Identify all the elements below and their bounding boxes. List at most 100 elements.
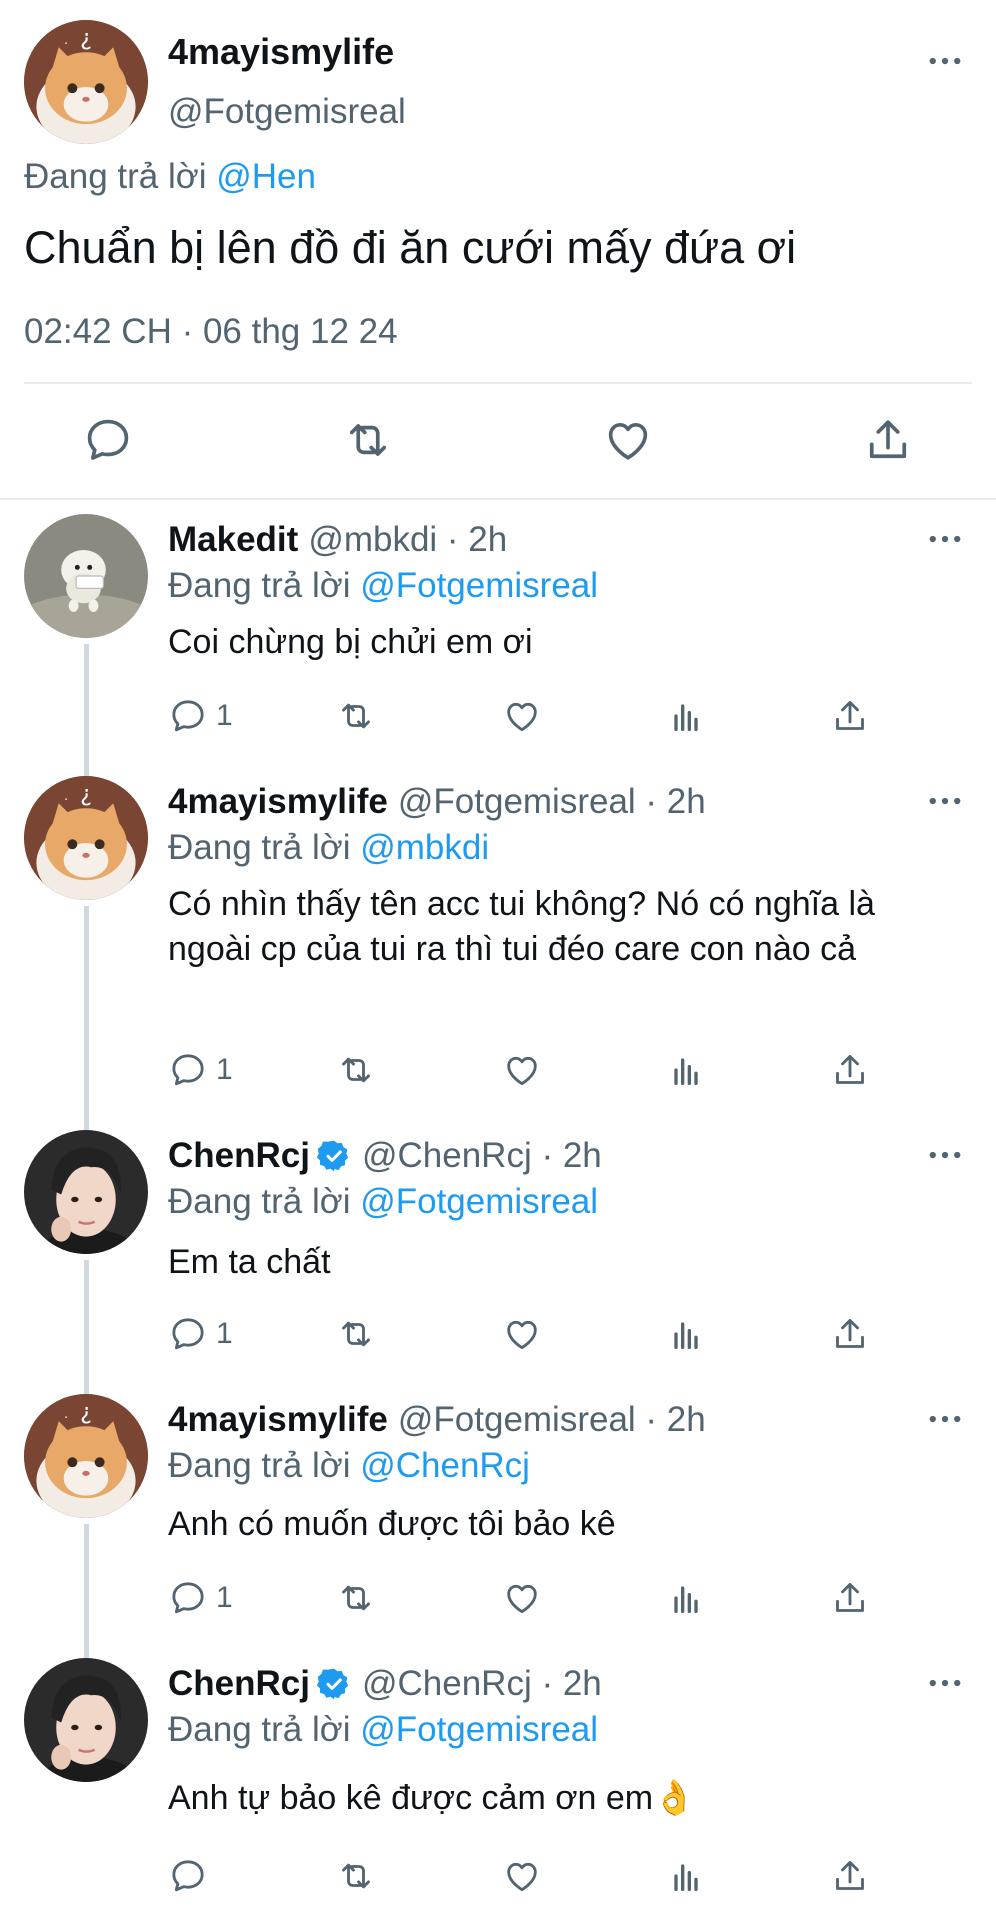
like-icon[interactable] xyxy=(502,694,542,738)
replying-to-label: Đang trả lời xyxy=(24,157,217,196)
like-icon[interactable] xyxy=(502,1048,542,1092)
replying-to: Đang trả lời @Hen xyxy=(24,154,316,200)
reply-tweet[interactable]: ChenRcj @ChenRcj · 2h Đang trả lời @Fotg… xyxy=(0,1130,996,1394)
reply-tweet[interactable]: 4mayismylife @Fotgemisreal · 2h Đang trả… xyxy=(0,776,996,1130)
views-icon[interactable] xyxy=(666,694,706,738)
replying-to: Đang trả lời @mbkdi xyxy=(168,826,489,870)
more-icon[interactable] xyxy=(924,1134,966,1176)
reply-icon xyxy=(168,1856,208,1896)
replying-to-link[interactable]: @Fotgemisreal xyxy=(360,1710,598,1749)
avatar[interactable] xyxy=(24,776,148,900)
replying-to: Đang trả lời @Fotgemisreal xyxy=(168,1708,598,1752)
reply-header: 4mayismylife @Fotgemisreal · 2h xyxy=(168,780,706,824)
handle-time: @ChenRcj · 2h xyxy=(361,1136,602,1175)
replying-to-label: Đang trả lời xyxy=(168,828,361,867)
retweet-icon[interactable] xyxy=(336,694,376,738)
reply-header: 4mayismylife @Fotgemisreal · 2h xyxy=(168,1398,706,1442)
avatar[interactable] xyxy=(24,1130,148,1254)
share-icon[interactable] xyxy=(862,414,914,466)
reply-icon xyxy=(168,1578,208,1618)
reply-count: 1 xyxy=(216,1053,233,1086)
like-icon[interactable] xyxy=(602,414,654,466)
like-icon[interactable] xyxy=(502,1854,542,1898)
reply-icon xyxy=(168,696,208,736)
person-avatar-image xyxy=(24,1658,148,1782)
share-icon[interactable] xyxy=(830,694,870,738)
replying-to-label: Đang trả lời xyxy=(168,1710,361,1749)
more-icon[interactable] xyxy=(924,780,966,822)
section-divider xyxy=(0,498,996,500)
reply-text: Anh có muốn được tôi bảo kê xyxy=(168,1505,616,1543)
reply-header: ChenRcj @ChenRcj · 2h xyxy=(168,1134,602,1178)
reply-header: ChenRcj @ChenRcj · 2h xyxy=(168,1662,602,1706)
avatar[interactable] xyxy=(24,1394,148,1518)
handle-time: @Fotgemisreal · 2h xyxy=(397,1400,706,1439)
cat-avatar-image xyxy=(24,776,148,900)
avatar[interactable] xyxy=(24,1658,148,1782)
reply-tweet[interactable]: 4mayismylife @Fotgemisreal · 2h Đang trả… xyxy=(0,1394,996,1658)
retweet-icon[interactable] xyxy=(336,1576,376,1620)
reply-button[interactable]: 1 xyxy=(168,1576,233,1620)
more-icon[interactable] xyxy=(924,1398,966,1440)
like-icon[interactable] xyxy=(502,1576,542,1620)
verified-badge-icon xyxy=(316,1138,352,1174)
tweet-timestamp[interactable]: 02:42 CH · 06 thg 12 24 xyxy=(24,310,398,354)
share-icon[interactable] xyxy=(830,1048,870,1092)
main-tweet: 4mayismylife @Fotgemisreal Đang trả lời … xyxy=(0,0,996,500)
replying-to-link[interactable]: @Fotgemisreal xyxy=(360,566,598,605)
avatar[interactable] xyxy=(24,20,148,144)
reply-text: Coi chừng bị chửi em ơi xyxy=(168,623,533,661)
dog-avatar-image xyxy=(24,514,148,638)
replying-to-link[interactable]: @ChenRcj xyxy=(360,1446,530,1485)
reply-button[interactable] xyxy=(168,1854,216,1898)
more-icon[interactable] xyxy=(924,40,966,82)
reply-tweet[interactable]: ChenRcj @ChenRcj · 2h Đang trả lời @Fotg… xyxy=(0,1658,996,1920)
replying-to-link[interactable]: @Fotgemisreal xyxy=(360,1182,598,1221)
reply-button[interactable]: 1 xyxy=(168,1048,233,1092)
reply-header: Makedit @mbkdi · 2h xyxy=(168,518,507,562)
handle-time: @Fotgemisreal · 2h xyxy=(397,782,706,821)
reply-tweet[interactable]: Makedit @mbkdi · 2h Đang trả lời @Fotgem… xyxy=(0,514,996,776)
replying-to-link[interactable]: @mbkdi xyxy=(360,828,489,867)
share-icon[interactable] xyxy=(830,1576,870,1620)
views-icon[interactable] xyxy=(666,1048,706,1092)
replying-to-label: Đang trả lời xyxy=(168,566,361,605)
views-icon[interactable] xyxy=(666,1576,706,1620)
reply-button[interactable]: 1 xyxy=(168,1312,233,1356)
cat-avatar-image xyxy=(24,1394,148,1518)
replying-to: Đang trả lời @Fotgemisreal xyxy=(168,564,598,608)
reply-count: 1 xyxy=(216,699,233,732)
display-name[interactable]: 4mayismylife xyxy=(168,780,388,824)
share-icon[interactable] xyxy=(830,1312,870,1356)
views-icon[interactable] xyxy=(666,1312,706,1356)
share-icon[interactable] xyxy=(830,1854,870,1898)
display-name[interactable]: ChenRcj xyxy=(168,1134,310,1178)
handle-time: @ChenRcj · 2h xyxy=(361,1664,602,1703)
cat-avatar-image xyxy=(24,20,148,144)
display-name[interactable]: 4mayismylife xyxy=(168,30,394,74)
user-handle[interactable]: @Fotgemisreal xyxy=(168,90,406,134)
retweet-icon[interactable] xyxy=(336,1312,376,1356)
retweet-icon[interactable] xyxy=(336,1048,376,1092)
person-avatar-image xyxy=(24,1130,148,1254)
replying-to-label: Đang trả lời xyxy=(168,1182,361,1221)
avatar[interactable] xyxy=(24,514,148,638)
reply-text: Anh tự bảo kê được cảm ơn em👌 xyxy=(168,1779,696,1817)
more-icon[interactable] xyxy=(924,518,966,560)
replying-to-link[interactable]: @Hen xyxy=(216,157,316,196)
display-name[interactable]: ChenRcj xyxy=(168,1662,310,1706)
reply-icon[interactable] xyxy=(82,414,134,466)
reply-button[interactable]: 1 xyxy=(168,694,233,738)
reply-count: 1 xyxy=(216,1581,233,1614)
reply-icon xyxy=(168,1050,208,1090)
display-name[interactable]: 4mayismylife xyxy=(168,1398,388,1442)
views-icon[interactable] xyxy=(666,1854,706,1898)
reply-count: 1 xyxy=(216,1317,233,1350)
retweet-icon[interactable] xyxy=(342,414,394,466)
replying-to: Đang trả lời @Fotgemisreal xyxy=(168,1180,598,1224)
retweet-icon[interactable] xyxy=(336,1854,376,1898)
tweet-text: Chuẩn bị lên đồ đi ăn cưới mấy đứa ơi xyxy=(24,222,797,273)
more-icon[interactable] xyxy=(924,1662,966,1704)
like-icon[interactable] xyxy=(502,1312,542,1356)
display-name[interactable]: Makedit xyxy=(168,518,298,562)
